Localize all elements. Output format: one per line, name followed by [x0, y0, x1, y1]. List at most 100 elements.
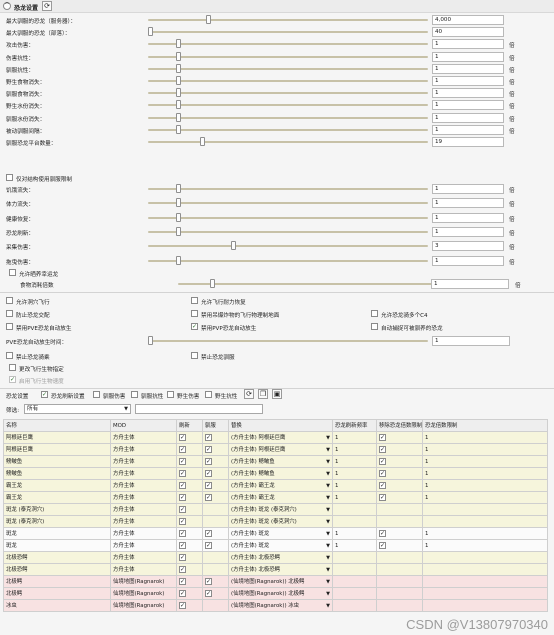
value-input[interactable]: 1	[432, 51, 504, 62]
slider-track[interactable]	[148, 245, 428, 248]
slider-thumb[interactable]	[175, 255, 181, 265]
slider-thumb[interactable]	[205, 15, 211, 24]
spawn-checkbox[interactable]: ✓	[179, 505, 186, 513]
tame-checkbox[interactable]: ✓	[205, 481, 212, 489]
table-row[interactable]: 北极鳄 仙境地图(Ragnarok) ✓ ✓ (仙境地图(Ragnarok)) 北极鳄 ▼	[3, 587, 548, 600]
value-input[interactable]: 19	[432, 137, 504, 147]
limit-cell[interactable]: 1	[422, 539, 548, 552]
column-header[interactable]: 刷新	[176, 419, 203, 432]
tame-checkbox[interactable]: ✓	[205, 457, 212, 465]
tame-checkbox[interactable]: ✓	[205, 529, 212, 537]
limit-cell[interactable]: 1	[422, 443, 548, 456]
disable-riding-checkbox[interactable]	[6, 352, 13, 359]
slider-track[interactable]	[148, 31, 428, 34]
table-row[interactable]: 斑龙 方舟主体 ✓ ✓ (方舟主体) 斑龙 ▼ 1 ✓ 1	[3, 539, 548, 552]
limit-cell[interactable]: 1	[422, 527, 548, 540]
remove-limit-checkbox[interactable]: ✓	[379, 433, 386, 441]
value-input[interactable]: 1	[432, 124, 504, 135]
value-input[interactable]: 1	[432, 76, 504, 86]
save-icon[interactable]: ▣	[272, 389, 282, 399]
tame-checkbox[interactable]: ✓	[205, 577, 212, 585]
wild-resist-checkbox[interactable]	[205, 391, 212, 398]
tame-checkbox[interactable]: ✓	[205, 433, 212, 441]
table-row[interactable]: 鳑鲏鱼 方舟主体 ✓ ✓ (方舟主体) 鳑鲏鱼 ▼ 1 ✓ 1	[3, 467, 548, 480]
slider-thumb[interactable]	[210, 279, 215, 288]
column-header[interactable]: 替换	[228, 419, 333, 432]
filter-select[interactable]: 所有 ▼	[24, 404, 131, 414]
limit-cell[interactable]	[422, 503, 548, 516]
value-input[interactable]: 1	[432, 88, 504, 99]
spawn-checkbox[interactable]: ✓	[179, 565, 186, 573]
spawn-frequency-cell[interactable]	[332, 575, 377, 588]
value-input[interactable]: 3	[432, 241, 504, 252]
slider-track[interactable]	[148, 80, 428, 82]
spawn-frequency-cell[interactable]: 1	[332, 479, 377, 492]
slider-track[interactable]	[148, 55, 428, 58]
limit-cell[interactable]: 1	[422, 455, 548, 468]
column-header[interactable]: 恐龙倍数限制	[422, 419, 548, 432]
collapse-icon[interactable]: ^	[3, 2, 11, 10]
replace-dropdown[interactable]: (方舟主体) 斑龙 (泰克洞穴) ▼	[228, 515, 333, 528]
column-header[interactable]: 恐龙刷新频率	[332, 419, 377, 432]
spawn-frequency-cell[interactable]	[332, 563, 377, 576]
value-input[interactable]: 1	[432, 336, 510, 346]
spawn-checkbox[interactable]: ✓	[179, 589, 186, 597]
remove-limit-checkbox[interactable]: ✓	[379, 541, 386, 549]
table-row[interactable]: 阿根廷巨鹰 方舟主体 ✓ ✓ (方舟主体) 阿根廷巨鹰 ▼ 1 ✓ 1	[3, 431, 548, 444]
pvp-auto-release-checkbox[interactable]: ✓	[191, 323, 198, 330]
replace-dropdown[interactable]: (方舟主体) 霸王龙 ▼	[228, 491, 333, 504]
spawn-frequency-cell[interactable]: 1	[332, 467, 377, 480]
pve-auto-release-checkbox[interactable]	[6, 323, 13, 330]
spawn-frequency-cell[interactable]: 1	[332, 443, 377, 456]
slider-thumb[interactable]	[175, 76, 181, 85]
value-input[interactable]: 1	[432, 184, 504, 194]
spawn-checkbox[interactable]: ✓	[179, 493, 186, 501]
limit-cell[interactable]: 1	[422, 491, 548, 504]
replace-dropdown[interactable]: (方舟主体) 霸王龙 ▼	[228, 479, 333, 492]
spawn-frequency-cell[interactable]: 1	[332, 431, 377, 444]
copy-icon[interactable]: ❐	[258, 389, 268, 399]
slider-thumb[interactable]	[175, 124, 181, 134]
limit-cell[interactable]	[422, 575, 548, 588]
flyer-carry-ground-checkbox[interactable]	[191, 310, 198, 317]
spawn-checkbox[interactable]: ✓	[179, 445, 186, 453]
slider-thumb[interactable]	[148, 27, 153, 37]
slider-track[interactable]	[148, 188, 428, 190]
spawn-checkbox[interactable]: ✓	[179, 553, 186, 561]
slider-track[interactable]	[148, 202, 428, 205]
slider-track[interactable]	[148, 104, 428, 107]
only-structures-checkbox[interactable]	[6, 174, 13, 181]
auto-capture-checkbox[interactable]	[371, 323, 378, 330]
replace-dropdown[interactable]: (方舟主体) 阿根廷巨鹰 ▼	[228, 431, 333, 444]
value-input[interactable]: 4,000	[432, 15, 504, 25]
spawn-frequency-cell[interactable]	[332, 599, 377, 612]
value-input[interactable]: 40	[432, 27, 504, 38]
table-row[interactable]: 霸王龙 方舟主体 ✓ ✓ (方舟主体) 霸王龙 ▼ 1 ✓ 1	[3, 491, 548, 504]
tamed-damage-checkbox[interactable]	[93, 391, 100, 398]
limit-cell[interactable]	[422, 599, 548, 612]
column-header[interactable]: 移除恐龙倍数限制	[376, 419, 423, 432]
tame-checkbox[interactable]: ✓	[205, 469, 212, 477]
remove-limit-checkbox[interactable]: ✓	[379, 469, 386, 477]
change-flyer-checkbox[interactable]	[9, 364, 16, 371]
limit-cell[interactable]	[422, 587, 548, 600]
replace-dropdown[interactable]: (方舟主体) 斑龙 ▼	[228, 527, 333, 540]
spawn-frequency-cell[interactable]	[332, 551, 377, 564]
remove-limit-checkbox[interactable]: ✓	[379, 481, 386, 489]
slider-thumb[interactable]	[148, 336, 153, 345]
tame-checkbox[interactable]: ✓	[205, 541, 212, 549]
slider-thumb[interactable]	[175, 212, 181, 222]
slider-track[interactable]	[148, 216, 428, 219]
slider-track[interactable]	[148, 230, 428, 233]
table-row[interactable]: 北极恐鳄 方舟主体 ✓ (方舟主体) 北极恐鳄 ▼	[3, 563, 548, 576]
spawn-frequency-cell[interactable]: 1	[332, 455, 377, 468]
spawn-frequency-cell[interactable]	[332, 503, 377, 516]
table-row[interactable]: 鳑鲏鱼 方舟主体 ✓ ✓ (方舟主体) 鳑鲏鱼 ▼ 1 ✓ 1	[3, 455, 548, 468]
limit-cell[interactable]: 1	[422, 467, 548, 480]
tame-checkbox[interactable]: ✓	[205, 589, 212, 597]
slider-track[interactable]	[148, 19, 428, 21]
slider-track[interactable]	[148, 43, 428, 46]
slider-track[interactable]	[148, 67, 428, 70]
spawn-frequency-cell[interactable]: 1	[332, 539, 377, 552]
spawn-frequency-cell[interactable]	[332, 515, 377, 528]
